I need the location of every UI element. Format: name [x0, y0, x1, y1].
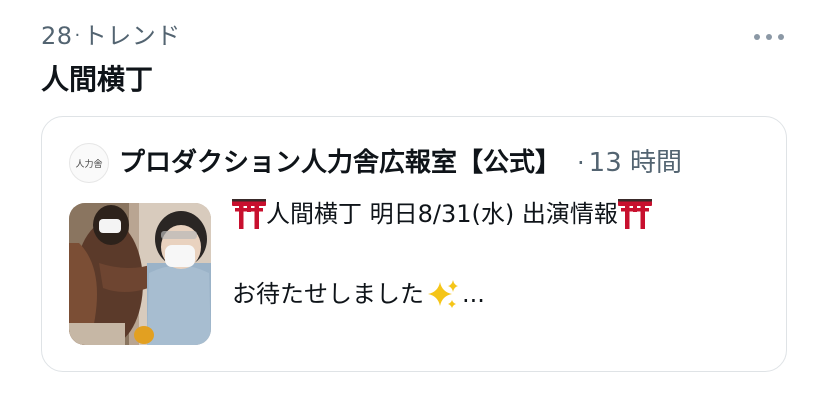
avatar-logo-text: 人力舎 — [75, 159, 103, 170]
tweet-header: 人力舎 プロダクション人力舎広報室【公式】 · 13 時間 — [69, 143, 682, 183]
trend-separator: · — [74, 25, 81, 46]
avatar[interactable]: 人力舎 — [69, 143, 109, 183]
tweet-line-2-text: お待たせしました — [232, 280, 424, 308]
tweet-line-2: お待たせしました ... — [232, 277, 772, 311]
post-time: 13 時間 — [588, 148, 683, 178]
tweet-line-1-text: 人間横丁 明日8/31(水) 出演情報 — [266, 200, 618, 228]
more-dot — [766, 34, 772, 40]
more-dot — [754, 34, 760, 40]
thumbnail-photo — [69, 203, 211, 345]
tweet-card[interactable]: 人力舎 プロダクション人力舎広報室【公式】 · 13 時間 人間横丁 明日8/3… — [41, 116, 787, 372]
trend-rank: 28 — [41, 22, 73, 50]
tweet-line-1: 人間横丁 明日8/31(水) 出演情報 — [232, 197, 772, 231]
trend-meta: 28 · トレンド — [41, 20, 181, 52]
trend-title[interactable]: 人間横丁 — [41, 61, 153, 99]
trend-category: トレンド — [82, 22, 181, 50]
trend-item[interactable]: 28 · トレンド 人間横丁 人力舎 プロダクション人力舎広報室【公式】 · 1… — [0, 0, 828, 410]
author-name[interactable]: プロダクション人力舎広報室【公式】 — [119, 143, 561, 183]
more-dot — [778, 34, 784, 40]
more-icon[interactable] — [754, 33, 784, 41]
torii-gate-icon — [617, 199, 652, 229]
tweet-ellipsis: ... — [462, 280, 485, 308]
time-separator: · — [577, 149, 585, 177]
torii-gate-icon — [232, 199, 266, 229]
tweet-text: 人間横丁 明日8/31(水) 出演情報 お待たせしました ... — [232, 197, 772, 311]
tweet-thumbnail[interactable] — [69, 203, 211, 345]
sparkles-icon — [428, 280, 458, 308]
